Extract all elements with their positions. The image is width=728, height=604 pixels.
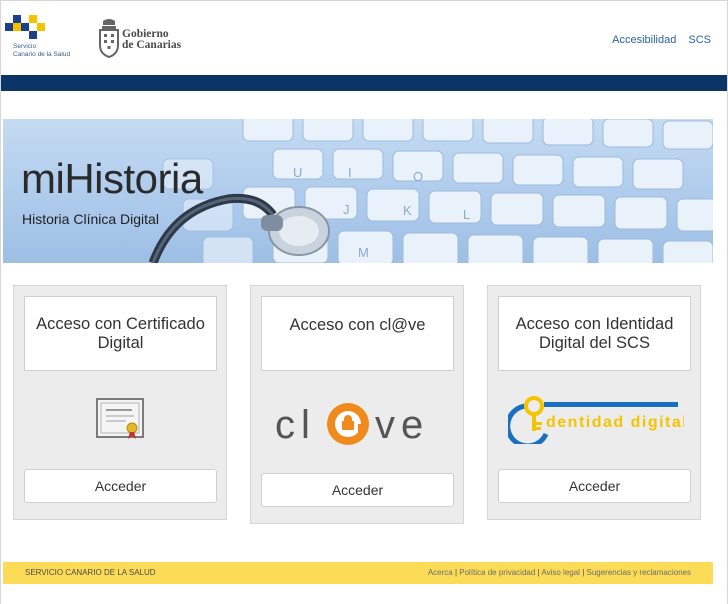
svg-text:K: K [403,203,412,218]
gobierno-canarias-logo[interactable]: Gobierno de Canarias [97,17,187,59]
footer-organization: SERVICIO CANARIO DE LA SALUD [25,568,156,577]
hero-title: miHistoria [21,155,203,202]
card-certificado-digital: Acceso con Certificado Digital Acceder [13,285,227,520]
clave-logo: cl ve [275,398,445,450]
footer-link-aviso-legal[interactable]: Aviso legal [541,568,580,577]
top-links: Accesibilidad SCS [603,34,711,46]
footer: SERVICIO CANARIO DE LA SALUD Acerca | Po… [3,562,713,584]
svg-text:J: J [343,202,350,217]
footer-link-privacidad[interactable]: Política de privacidad [459,568,535,577]
footer-link-acerca[interactable]: Acerca [428,568,453,577]
footer-separator: | [537,568,540,577]
scs-link[interactable]: SCS [688,34,711,46]
scs-logo-text: Servicio Canario de la Salud [13,43,70,59]
identidad-digital-logo-text: dentidad digital [546,414,684,431]
scs-logo[interactable]: Servicio Canario de la Salud [5,15,85,59]
svg-text:L: L [463,207,470,222]
page: Servicio Canario de la Salud Gobierno de… [0,0,728,604]
footer-link-sugerencias[interactable]: Sugerencias y reclamaciones [587,568,692,577]
clave-logo-text-left: cl [275,403,316,447]
card-title-clave: Acceso con cl@ve [261,296,454,371]
footer-separator: | [454,568,458,577]
gobierno-canarias-text: Gobierno de Canarias [122,28,182,51]
hero-banner: UIO JKL NM miHistoria Historia Clínica D… [3,119,713,263]
card-title-identidad: Acceso con Identidad Digital del SCS [498,296,691,371]
acceder-certificado-button[interactable]: Acceder [24,469,217,503]
scs-logo-mark-icon [5,15,45,39]
gob-logo-line-2: de Canarias [122,39,182,51]
certificate-icon [96,398,146,445]
card-clave: Acceso con cl@ve cl ve Acceder [250,285,464,524]
card-title-certificado: Acceso con Certificado Digital [24,296,217,371]
identidad-digital-logo: dentidad digital [505,392,687,449]
acceder-clave-button[interactable]: Acceder [261,473,454,507]
hero-subtitle: Historia Clínica Digital [22,211,159,227]
clave-logo-text-right: ve [375,403,429,447]
scs-logo-line-2: Canario de la Salud [13,51,71,58]
coat-of-arms-icon [99,19,119,59]
footer-separator: | [582,568,585,577]
acceder-identidad-button[interactable]: Acceder [498,469,691,503]
svg-text:I: I [348,165,352,180]
header: Servicio Canario de la Salud Gobierno de… [1,1,727,75]
svg-text:M: M [358,245,369,260]
svg-text:U: U [293,165,302,180]
svg-text:O: O [413,169,423,184]
card-identidad-digital: Acceso con Identidad Digital del SCS den… [487,285,701,520]
scs-logo-line-1: Servicio [13,43,37,50]
header-blue-bar [1,75,727,91]
footer-links: Acerca | Política de privacidad | Aviso … [428,568,691,577]
accesibilidad-link[interactable]: Accesibilidad [612,34,676,46]
